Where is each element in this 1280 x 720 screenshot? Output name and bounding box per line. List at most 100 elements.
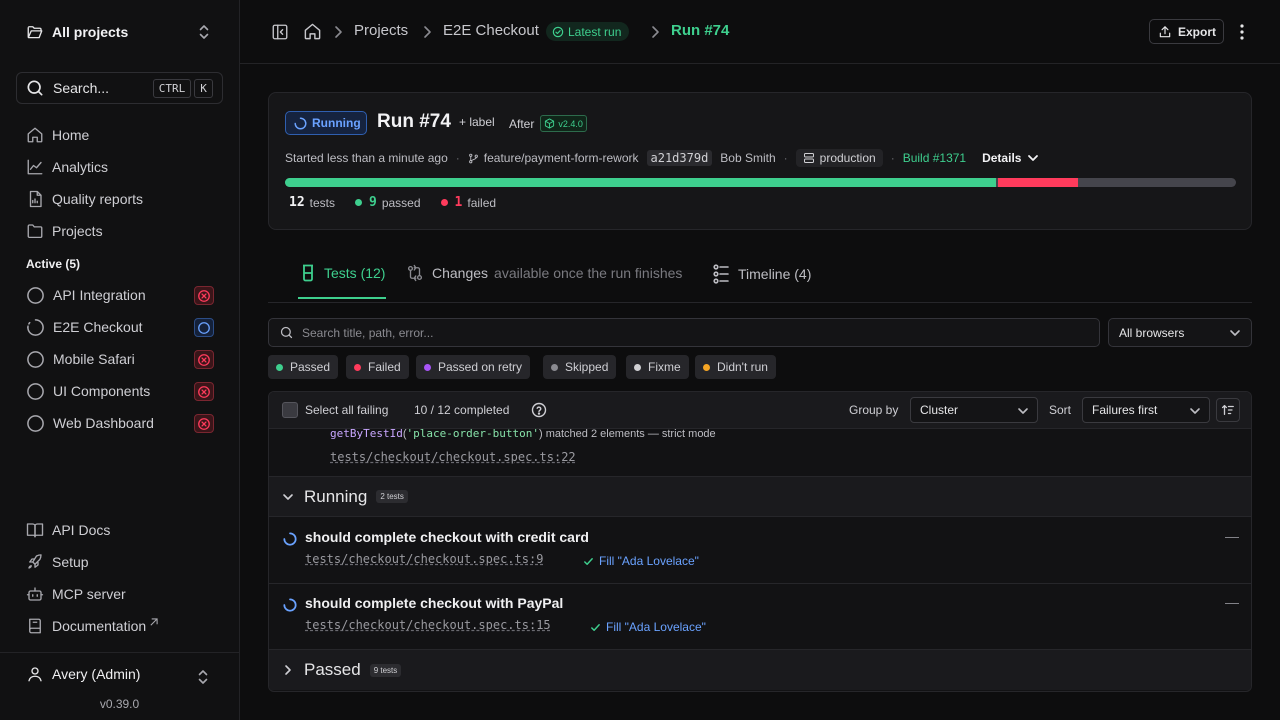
run-status-badge: Running bbox=[285, 111, 367, 135]
sidebar-item-analytics[interactable]: Analytics bbox=[26, 155, 108, 179]
active-item-e2e-checkout[interactable]: E2E Checkout bbox=[26, 315, 214, 339]
more-vertical-icon[interactable] bbox=[1234, 22, 1250, 42]
meta-separator: · bbox=[455, 151, 460, 165]
test-file-link[interactable]: tests/checkout/checkout.spec.ts:15 bbox=[305, 618, 551, 632]
failed-status-icon bbox=[194, 350, 214, 369]
group-running[interactable]: Running 2 tests bbox=[269, 477, 1251, 517]
error-text: matched 2 elements — strict mode bbox=[542, 428, 716, 440]
build-link[interactable]: Build #1371 bbox=[903, 151, 966, 165]
test-search[interactable] bbox=[268, 318, 1100, 347]
spinner-icon bbox=[294, 116, 307, 130]
sidebar-item-setup[interactable]: Setup bbox=[26, 550, 89, 574]
add-label-button[interactable]: + label bbox=[459, 115, 495, 129]
sidebar-item-label: API Docs bbox=[52, 522, 111, 538]
beaker-icon bbox=[300, 264, 316, 282]
latest-run-label: Latest run bbox=[568, 24, 622, 39]
tab-changes[interactable]: Changes available once the run finishes bbox=[406, 264, 682, 282]
rocket-icon bbox=[26, 553, 44, 571]
project-switcher[interactable]: All projects bbox=[16, 16, 223, 48]
test-search-input[interactable] bbox=[302, 325, 1082, 340]
sidebar-item-label: Home bbox=[52, 127, 90, 143]
test-duration: — bbox=[1225, 594, 1239, 610]
tab-timeline-label: Timeline (4) bbox=[738, 266, 812, 282]
test-row[interactable]: should complete checkout with PayPal tes… bbox=[269, 584, 1251, 650]
sort-label: Sort bbox=[1049, 403, 1072, 417]
run-branch[interactable]: feature/payment-form-rework bbox=[484, 151, 639, 165]
select-all-label: Select all failing bbox=[305, 403, 389, 417]
count-failed[interactable]: 1 failed bbox=[440, 195, 496, 210]
sort-direction-button[interactable] bbox=[1216, 398, 1240, 422]
filter-chip-failed[interactable]: Failed bbox=[346, 355, 409, 379]
chip-label: Passed bbox=[290, 360, 331, 374]
bot-icon bbox=[26, 585, 44, 603]
filter-chip-passed[interactable]: Passed bbox=[268, 355, 339, 379]
filter-chip-didnt-run[interactable]: Didn't run bbox=[695, 355, 776, 379]
count-passed[interactable]: 9 passed bbox=[355, 195, 421, 210]
breadcrumb-projects[interactable]: Projects bbox=[354, 22, 408, 39]
active-item-api-integration[interactable]: API Integration bbox=[26, 283, 214, 307]
active-tab-indicator bbox=[298, 297, 386, 299]
user-menu[interactable]: Avery (Admin) v0.39.0 bbox=[0, 652, 239, 720]
sidebar-item-mcp-server[interactable]: MCP server bbox=[26, 582, 126, 606]
sidebar-item-label: Projects bbox=[52, 223, 103, 239]
active-item-mobile-safari[interactable]: Mobile Safari bbox=[26, 347, 214, 371]
test-name: should complete checkout with PayPal bbox=[305, 595, 564, 611]
group-count-badge: 2 tests bbox=[376, 490, 408, 503]
export-button[interactable]: Export bbox=[1149, 19, 1224, 44]
sidebar-toggle-icon[interactable] bbox=[271, 23, 289, 41]
kbd-k: K bbox=[194, 79, 213, 98]
sidebar-item-api-docs[interactable]: API Docs bbox=[26, 518, 110, 542]
browser-select[interactable]: All browsers bbox=[1108, 318, 1252, 347]
sidebar-item-quality-reports[interactable]: Quality reports bbox=[26, 187, 143, 211]
circle-icon bbox=[26, 414, 45, 433]
active-item-label: UI Components bbox=[53, 383, 151, 399]
current-step: Fill "Ada Lovelace" bbox=[583, 554, 699, 568]
test-duration: — bbox=[1225, 528, 1239, 544]
circle-icon bbox=[26, 350, 45, 369]
group-by-value: Cluster bbox=[920, 403, 959, 417]
tests-count: 12 bbox=[289, 195, 305, 210]
breadcrumb-project[interactable]: E2E Checkout bbox=[443, 22, 539, 39]
progress-failed-segment bbox=[998, 178, 1078, 187]
tab-changes-label: Changes bbox=[432, 265, 489, 281]
active-item-web-dashboard[interactable]: Web Dashboard bbox=[26, 411, 214, 435]
filter-chip-skipped[interactable]: Skipped bbox=[543, 355, 617, 379]
home-icon[interactable] bbox=[303, 22, 322, 41]
chip-label: Failed bbox=[368, 360, 401, 374]
filter-chip-passed-on-retry[interactable]: Passed on retry bbox=[416, 355, 531, 379]
test-file-link[interactable]: tests/checkout/checkout.spec.ts:9 bbox=[305, 552, 543, 566]
test-row[interactable]: should complete checkout with credit car… bbox=[269, 518, 1251, 584]
select-all-checkbox[interactable] bbox=[282, 402, 298, 418]
tab-tests-label: Tests (12) bbox=[324, 265, 386, 281]
active-item-ui-components[interactable]: UI Components bbox=[26, 379, 214, 403]
run-commit-sha[interactable]: a21d379d bbox=[646, 150, 713, 166]
sort-select[interactable]: Failures first bbox=[1082, 397, 1210, 423]
passed-count: 9 bbox=[369, 195, 377, 210]
sidebar-item-documentation[interactable]: Documentation bbox=[26, 614, 158, 638]
details-toggle[interactable]: Details bbox=[982, 151, 1039, 165]
active-section-title: Active (5) bbox=[26, 257, 81, 271]
tab-timeline[interactable]: Timeline (4) bbox=[712, 264, 811, 284]
status-dot bbox=[634, 363, 641, 371]
group-by-select[interactable]: Cluster bbox=[910, 397, 1038, 423]
sidebar-search[interactable]: Search... CTRL K bbox=[16, 72, 223, 104]
after-label: After bbox=[509, 116, 535, 131]
tests-count-label: tests bbox=[309, 195, 335, 210]
external-link-icon bbox=[149, 617, 158, 627]
sidebar-item-home[interactable]: Home bbox=[26, 123, 89, 147]
group-title: Passed bbox=[304, 660, 361, 679]
passed-count-label: passed bbox=[381, 195, 421, 210]
filter-chip-fixme[interactable]: Fixme bbox=[626, 355, 689, 379]
chevron-down-icon bbox=[1229, 327, 1241, 339]
search-icon bbox=[279, 325, 294, 340]
error-file-link[interactable]: tests/checkout/checkout.spec.ts:22 bbox=[330, 450, 576, 464]
folder-icon bbox=[26, 222, 44, 240]
version-chip[interactable]: v2.4.0 bbox=[540, 115, 587, 132]
group-passed[interactable]: Passed 9 tests bbox=[269, 650, 1251, 690]
status-dot bbox=[276, 363, 283, 371]
chip-label: Fixme bbox=[648, 360, 681, 374]
tab-tests[interactable]: Tests (12) bbox=[300, 264, 385, 282]
sidebar-item-projects[interactable]: Projects bbox=[26, 219, 103, 243]
help-circle-icon[interactable] bbox=[531, 402, 547, 418]
browser-select-value: All browsers bbox=[1119, 325, 1185, 340]
